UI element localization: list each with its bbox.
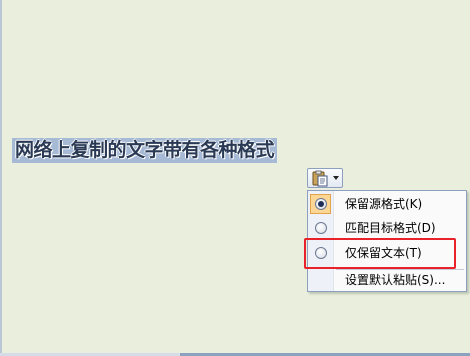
menu-item-match-destination-formatting[interactable]: 匹配目标格式(D) (308, 217, 466, 239)
menu-item-keep-source-formatting[interactable]: 保留源格式(K) (308, 193, 466, 215)
menu-item-label: 保留源格式(K) (345, 197, 423, 211)
paste-options-button[interactable] (307, 168, 343, 188)
menu-item-label: 设置默认粘贴(S)... (345, 273, 446, 287)
radio-checked-icon (315, 198, 327, 210)
annotation-highlight-box (304, 238, 456, 269)
clipboard-paste-icon (312, 170, 328, 187)
document-left-border (0, 0, 2, 356)
menu-item-label: 匹配目标格式(D) (345, 221, 436, 235)
dropdown-arrow-icon (333, 176, 339, 180)
selected-document-text[interactable]: 网络上复制的文字带有各种格式 (12, 138, 278, 163)
menu-item-set-default-paste[interactable]: 设置默认粘贴(S)... (308, 269, 466, 291)
radio-unchecked-icon (315, 222, 327, 234)
